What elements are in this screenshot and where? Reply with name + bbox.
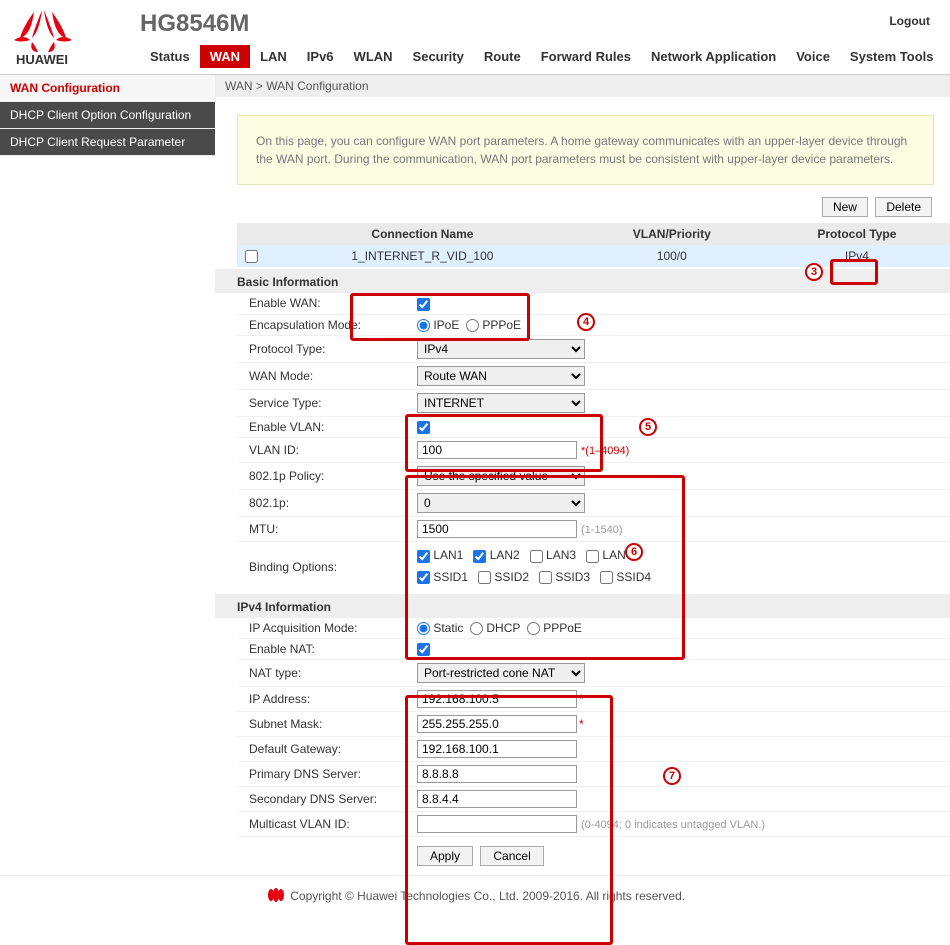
lbl-ip-acq: IP Acquisition Mode: xyxy=(237,621,417,635)
cell-vlan: 100/0 xyxy=(580,245,764,267)
apply-button[interactable]: Apply xyxy=(417,846,473,866)
lbl-wan-mode: WAN Mode: xyxy=(237,369,417,383)
sidebar-item-1[interactable]: DHCP Client Option Configuration xyxy=(0,102,215,129)
wan-mode-select[interactable]: Route WAN xyxy=(417,366,585,386)
multicast-vlan-input[interactable] xyxy=(417,815,577,833)
service-type-select[interactable]: INTERNET xyxy=(417,393,585,413)
enable-nat-checkbox[interactable] xyxy=(417,643,430,656)
bind-lan1-checkbox[interactable] xyxy=(417,550,430,563)
primary-dns-input[interactable] xyxy=(417,765,577,783)
section-basic: Basic Information xyxy=(215,269,950,293)
lbl-8021p-policy: 802.1p Policy: xyxy=(237,469,417,483)
logout-link[interactable]: Logout xyxy=(889,14,930,28)
bind-ssid4-checkbox[interactable] xyxy=(600,571,613,584)
nav-system-tools[interactable]: System Tools xyxy=(840,45,944,68)
bind-ssid2-checkbox[interactable] xyxy=(478,571,491,584)
lbl-proto-type: Protocol Type: xyxy=(237,342,417,356)
top-nav: StatusWANLANIPv6WLANSecurityRouteForward… xyxy=(140,45,943,68)
new-button[interactable]: New xyxy=(822,197,868,217)
nav-security[interactable]: Security xyxy=(403,45,474,68)
lbl-vlan-id: VLAN ID: xyxy=(237,443,417,457)
enable-vlan-checkbox[interactable] xyxy=(417,421,430,434)
gateway-input[interactable] xyxy=(417,740,577,758)
table-row[interactable]: 1_INTERNET_R_VID_100 100/0 IPv4 xyxy=(237,245,950,267)
sidebar-item-0[interactable]: WAN Configuration xyxy=(0,75,215,102)
lbl-gateway: Default Gateway: xyxy=(237,742,417,756)
ip-static-radio[interactable] xyxy=(417,622,430,635)
footer-text: Copyright © Huawei Technologies Co., Ltd… xyxy=(290,889,685,903)
lbl-enable-nat: Enable NAT: xyxy=(237,642,417,656)
svg-text:HUAWEI: HUAWEI xyxy=(16,52,68,66)
nav-lan[interactable]: LAN xyxy=(250,45,297,68)
col-protocol-type: Protocol Type xyxy=(764,223,950,245)
bind-ssid3-checkbox[interactable] xyxy=(539,571,552,584)
info-box: On this page, you can configure WAN port… xyxy=(237,115,934,185)
lbl-primary-dns: Primary DNS Server: xyxy=(237,767,417,781)
nav-wan[interactable]: WAN xyxy=(200,45,250,68)
lbl-subnet: Subnet Mask: xyxy=(237,717,417,731)
8021p-policy-select[interactable]: Use the specified value xyxy=(417,466,585,486)
lbl-encap: Encapsulation Mode: xyxy=(237,318,417,332)
lbl-secondary-dns: Secondary DNS Server: xyxy=(237,792,417,806)
encap-pppoe-radio[interactable] xyxy=(466,319,479,332)
lbl-binding: Binding Options: xyxy=(237,560,417,574)
lbl-nat-type: NAT type: xyxy=(237,666,417,680)
row-select-checkbox[interactable] xyxy=(245,250,258,263)
nav-voice[interactable]: Voice xyxy=(786,45,840,68)
vlan-id-input[interactable] xyxy=(417,441,577,459)
ip-pppoe-radio[interactable] xyxy=(527,622,540,635)
delete-button[interactable]: Delete xyxy=(875,197,932,217)
device-name: HG8546M xyxy=(140,10,249,38)
lbl-enable-wan: Enable WAN: xyxy=(237,296,417,310)
nav-network-application[interactable]: Network Application xyxy=(641,45,786,68)
col-connection-name: Connection Name xyxy=(265,223,580,245)
nav-forward-rules[interactable]: Forward Rules xyxy=(531,45,641,68)
encap-ipoe-radio[interactable] xyxy=(417,319,430,332)
sidebar-item-2[interactable]: DHCP Client Request Parameter xyxy=(0,129,215,156)
nav-wlan[interactable]: WLAN xyxy=(344,45,403,68)
lbl-multicast-vlan: Multicast VLAN ID: xyxy=(237,817,417,831)
nat-type-select[interactable]: Port-restricted cone NAT xyxy=(417,663,585,683)
cell-proto: IPv4 xyxy=(764,245,950,267)
cancel-button[interactable]: Cancel xyxy=(480,846,543,866)
lbl-service-type: Service Type: xyxy=(237,396,417,410)
enable-wan-checkbox[interactable] xyxy=(417,298,430,311)
ip-address-input[interactable] xyxy=(417,690,577,708)
lbl-mtu: MTU: xyxy=(237,522,417,536)
huawei-logo: HUAWEI xyxy=(12,8,122,69)
nav-status[interactable]: Status xyxy=(140,45,200,68)
nav-ipv6[interactable]: IPv6 xyxy=(297,45,344,68)
bind-lan2-checkbox[interactable] xyxy=(473,550,486,563)
nav-route[interactable]: Route xyxy=(474,45,531,68)
lbl-8021p: 802.1p: xyxy=(237,496,417,510)
mtu-input[interactable] xyxy=(417,520,577,538)
bind-ssid1-checkbox[interactable] xyxy=(417,571,430,584)
protocol-type-select[interactable]: IPv4 xyxy=(417,339,585,359)
bind-lan3-checkbox[interactable] xyxy=(530,550,543,563)
secondary-dns-input[interactable] xyxy=(417,790,577,808)
breadcrumb: WAN > WAN Configuration xyxy=(215,75,950,97)
lbl-enable-vlan: Enable VLAN: xyxy=(237,420,417,434)
ip-dhcp-radio[interactable] xyxy=(470,622,483,635)
lbl-ip-address: IP Address: xyxy=(237,692,417,706)
section-ipv4: IPv4 Information xyxy=(215,594,950,618)
subnet-input[interactable] xyxy=(417,715,577,733)
cell-connection-name: 1_INTERNET_R_VID_100 xyxy=(265,245,580,267)
bind-lan4-checkbox[interactable] xyxy=(586,550,599,563)
wan-table: Connection Name VLAN/Priority Protocol T… xyxy=(237,223,950,267)
col-vlan-priority: VLAN/Priority xyxy=(580,223,764,245)
sidebar: WAN ConfigurationDHCP Client Option Conf… xyxy=(0,75,215,875)
8021p-select[interactable]: 0 xyxy=(417,493,585,513)
